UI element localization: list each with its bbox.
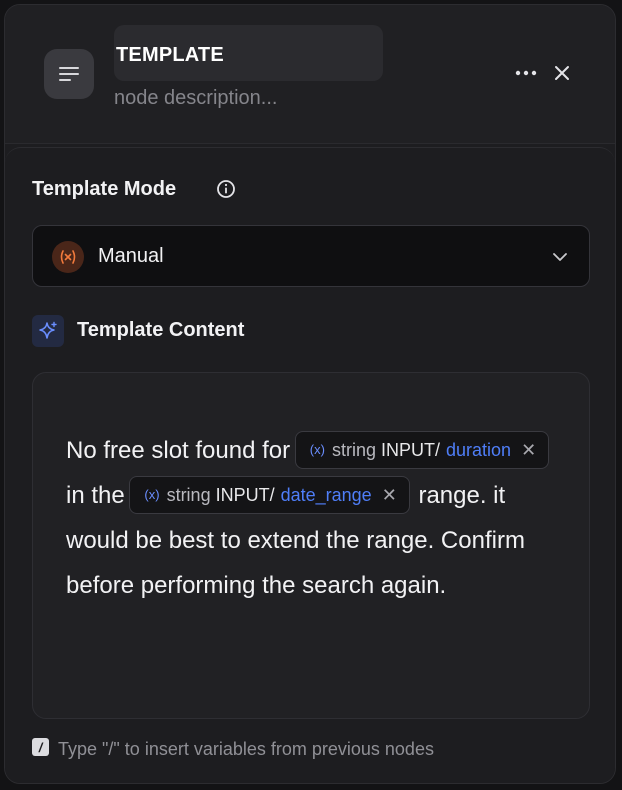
info-icon[interactable]	[216, 179, 236, 199]
more-horizontal-icon	[515, 70, 537, 76]
variable-icon: (x)	[144, 486, 160, 502]
node-title-field[interactable]: TEMPLATE	[114, 25, 383, 81]
template-text-segment: in the	[66, 482, 125, 509]
node-description-input[interactable]: node description...	[114, 87, 277, 110]
node-title[interactable]: TEMPLATE	[116, 44, 224, 67]
template-text[interactable]: No free slot found for (x) string INPUT/du…	[66, 428, 566, 608]
chip-remove-icon[interactable]: ✕	[521, 431, 536, 469]
chevron-down-icon	[553, 253, 567, 261]
template-mode-value: Manual	[98, 245, 164, 267]
close-icon	[555, 66, 569, 80]
variable-icon	[52, 241, 84, 273]
node-config-panel: TEMPLATE node description... Template Mo…	[4, 4, 616, 784]
template-text-segment: No free slot found for	[66, 437, 291, 464]
node-type-icon	[44, 49, 94, 99]
chip-type: string	[166, 484, 211, 505]
slash-key-badge: /	[32, 738, 49, 756]
chip-variable-name: duration	[446, 439, 512, 460]
template-mode-label: Template Mode	[32, 178, 177, 200]
template-mode-select[interactable]: Manual	[32, 225, 590, 287]
chip-type: string	[331, 439, 376, 460]
chip-scope: INPUT/	[380, 439, 440, 460]
chip-remove-icon[interactable]: ✕	[382, 476, 397, 514]
variable-chip-duration[interactable]: (x) string INPUT/duration ✕	[294, 430, 550, 469]
insert-variable-hint: Type "/" to insert variables from previo…	[58, 739, 434, 759]
sparkle-icon	[32, 315, 64, 347]
template-content-editor[interactable]: No free slot found for (x) string INPUT/du…	[32, 372, 590, 719]
align-left-icon	[59, 67, 79, 81]
close-button[interactable]	[550, 61, 574, 85]
variable-icon: (x)	[309, 441, 325, 457]
chip-scope: INPUT/	[215, 484, 275, 505]
template-content-label: Template Content	[77, 319, 245, 341]
chip-variable-name: date_range	[280, 484, 372, 505]
variable-chip-date-range[interactable]: (x) string INPUT/date_range ✕	[129, 475, 410, 514]
panel-header: TEMPLATE node description...	[5, 5, 615, 144]
more-options-button[interactable]	[513, 61, 539, 85]
